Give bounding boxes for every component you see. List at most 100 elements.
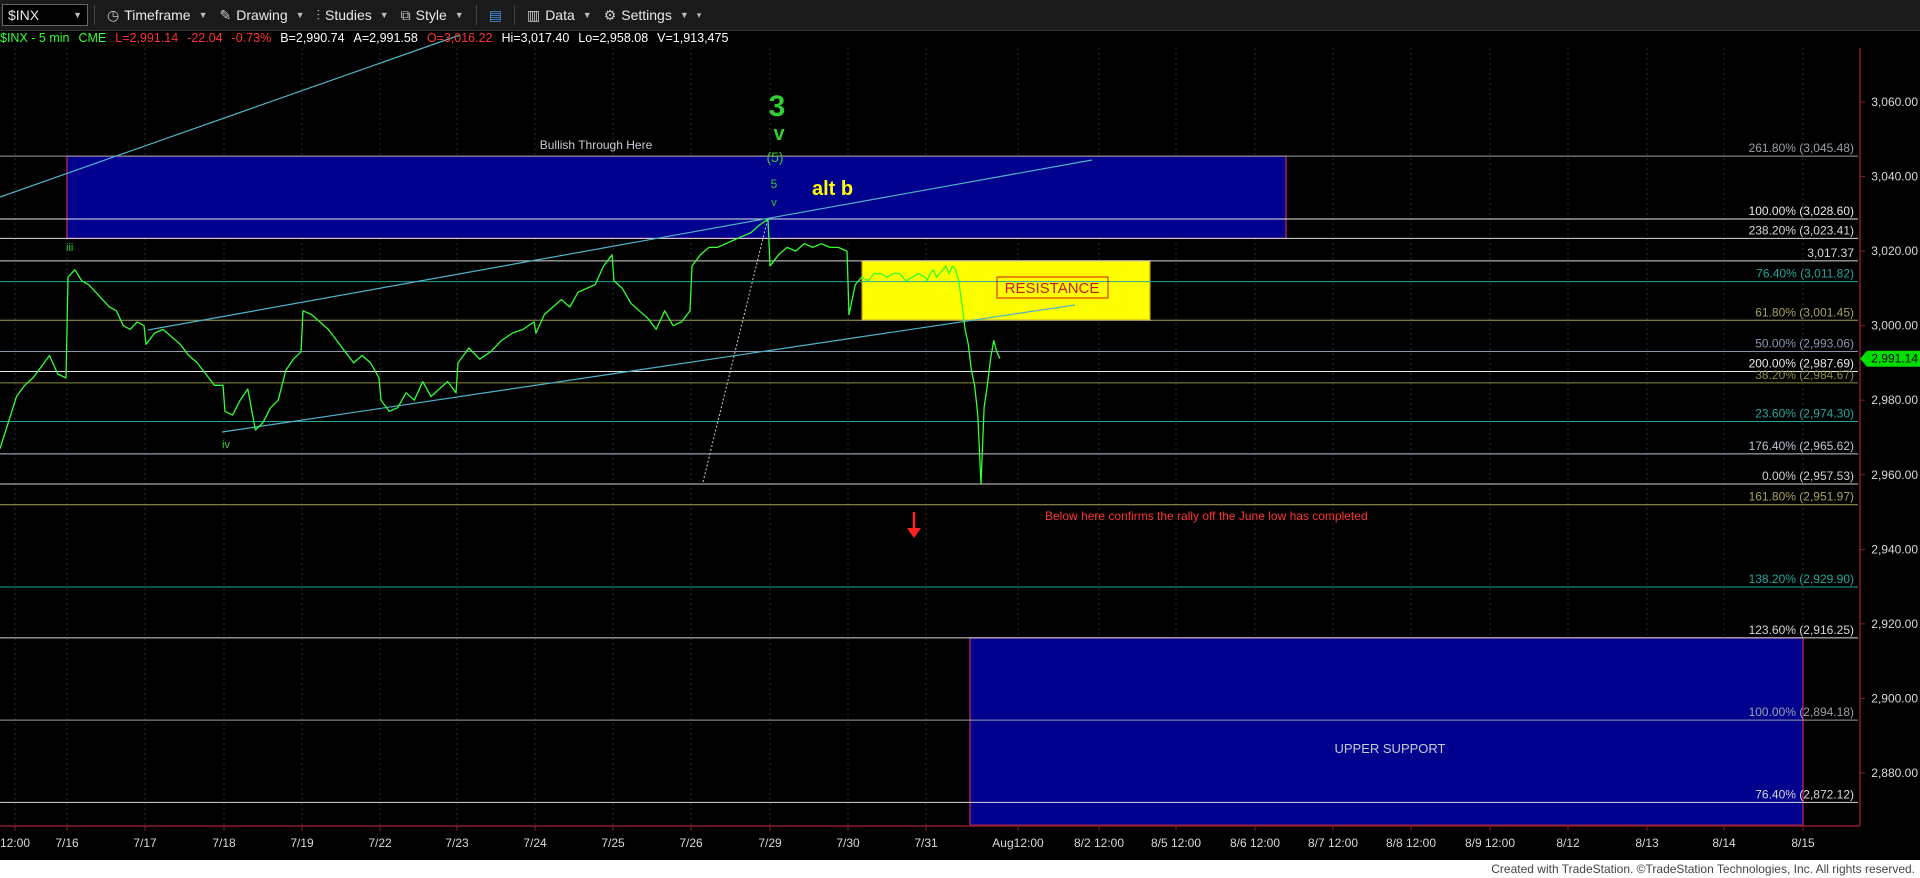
fib-label-10: 176.40% (2,965.62) xyxy=(1749,439,1854,453)
data-menu[interactable]: ▥ Data ▼ xyxy=(521,7,598,24)
zone-2 xyxy=(969,637,1804,826)
studies-label: Studies xyxy=(325,7,372,23)
channel-lines xyxy=(0,34,1093,483)
drawing-label: Drawing xyxy=(236,7,288,23)
axis-corner xyxy=(1860,826,1920,860)
fib-label-12: 161.80% (2,951.97) xyxy=(1749,490,1854,504)
y-tick-label-2: 3,020.00 xyxy=(1871,244,1918,258)
x-tick-label-8: 7/25 xyxy=(601,836,625,850)
confirm-annotation: Below here confirms the rally off the Ju… xyxy=(1045,509,1368,523)
x-tick-label-5: 7/22 xyxy=(368,836,392,850)
y-tick-label-0: 3,060.00 xyxy=(1871,95,1918,109)
quote-ask: A=2,991.58 xyxy=(353,31,418,45)
x-tick-label-2: 7/17 xyxy=(133,836,157,850)
y-axis-bg xyxy=(1860,48,1920,826)
toolbar-divider xyxy=(94,5,95,25)
quote-change: -22.04 xyxy=(187,31,223,45)
fib-label-4: 76.40% (3,011.82) xyxy=(1756,267,1854,281)
style-menu[interactable]: ⧉ Style ▼ xyxy=(395,7,470,24)
x-tick-label-20: 8/12 xyxy=(1556,836,1580,850)
quote-exchange: CME xyxy=(78,31,107,45)
quote-change-pct: -0.73% xyxy=(231,31,272,45)
y-tick-label-1: 3,040.00 xyxy=(1871,170,1918,184)
x-tick-label-13: Aug12:00 xyxy=(992,836,1044,850)
style-label: Style xyxy=(415,7,447,23)
footer-credit: Created with TradeStation. ©TradeStation… xyxy=(1491,862,1915,876)
quote-high: Hi=3,017.40 xyxy=(501,31,570,45)
quote-bid: B=2,990.74 xyxy=(280,31,345,45)
x-tick-label-17: 8/7 12:00 xyxy=(1308,836,1358,850)
fib-label-11: 0.00% (2,957.53) xyxy=(1762,469,1854,483)
symbol-selector[interactable]: $INX ▼ xyxy=(2,4,88,26)
x-tick-label-7: 7/24 xyxy=(523,836,547,850)
x-tick-label-18: 8/8 12:00 xyxy=(1386,836,1436,850)
studies-icon: ⫶ xyxy=(316,6,321,23)
quote-bar: $INX - 5 min CME L=2,991.14 -22.04 -0.73… xyxy=(0,31,728,47)
pencil-icon: ✎ xyxy=(219,6,232,23)
zone-0 xyxy=(66,155,1287,239)
quote-last: L=2,991.14 xyxy=(115,31,179,45)
x-tick-label-0: 12:00 xyxy=(0,836,30,850)
x-tick-label-15: 8/5 12:00 xyxy=(1151,836,1201,850)
layout-button[interactable]: ▤ xyxy=(483,7,508,24)
price-chart[interactable]: 261.80% (3,045.48) 100.00% (3,028.60) 238.… xyxy=(0,0,1920,878)
layout-icon: ▤ xyxy=(488,6,502,23)
toolbar: $INX ▼ ◷ Timeframe ▼ ✎ Drawing ▼ ⫶ Studi… xyxy=(0,0,1920,31)
x-tick-label-10: 7/29 xyxy=(758,836,782,850)
drawing-menu[interactable]: ✎ Drawing ▼ xyxy=(214,7,311,24)
wave-label-small-v: v xyxy=(771,197,777,209)
fib-label-3: 3,017.37 xyxy=(1807,246,1854,260)
chevron-down-icon: ▼ xyxy=(295,10,305,20)
style-icon: ⧉ xyxy=(400,6,411,23)
x-tick-label-22: 8/14 xyxy=(1712,836,1736,850)
chevron-down-icon: ▼ xyxy=(454,10,464,20)
x-tick-label-23: 8/15 xyxy=(1791,836,1815,850)
fib-label-5: 61.80% (3,001.45) xyxy=(1755,305,1854,319)
x-tick-label-12: 7/31 xyxy=(914,836,938,850)
fib-label-1: 100.00% (3,028.60) xyxy=(1749,204,1854,218)
wave-label-iv: iv xyxy=(222,439,230,451)
x-tick-label-16: 8/6 12:00 xyxy=(1230,836,1280,850)
y-tick-label-6: 2,940.00 xyxy=(1871,542,1918,556)
wave-label-paren-5: (5) xyxy=(766,149,783,165)
fib-label-6: 50.00% (2,993.06) xyxy=(1755,337,1854,351)
fib-label-9: 23.60% (2,974.30) xyxy=(1755,406,1854,420)
timeframe-menu[interactable]: ◷ Timeframe ▼ xyxy=(101,7,214,24)
overflow-caret-icon: ▾ xyxy=(696,9,702,20)
settings-menu[interactable]: ⚙ Settings ▼ ▾ xyxy=(598,7,708,24)
fib-label-16: 76.40% (2,872.12) xyxy=(1755,787,1854,801)
studies-menu[interactable]: ⫶ Studies ▼ xyxy=(311,7,395,24)
x-tick-label-6: 7/23 xyxy=(445,836,469,850)
chevron-down-icon: ▼ xyxy=(679,10,689,20)
x-tick-label-1: 7/16 xyxy=(55,836,79,850)
fib-label-2: 238.20% (3,023.41) xyxy=(1749,223,1854,237)
zone-label-resistance: RESISTANCE xyxy=(1005,280,1100,297)
timeframe-label: Timeframe xyxy=(124,7,191,23)
quote-open: O=3,016.22 xyxy=(426,31,493,45)
chevron-down-icon: ▼ xyxy=(379,10,389,20)
toolbar-divider xyxy=(513,5,515,25)
zone-label-bullish: Bullish Through Here xyxy=(540,138,653,152)
symbol-value: $INX xyxy=(8,7,40,23)
y-tick-label-7: 2,920.00 xyxy=(1871,617,1918,631)
zones xyxy=(66,155,1804,826)
wave-label-iii: iii xyxy=(66,242,73,254)
footer: Created with TradeStation. ©TradeStation… xyxy=(0,860,1920,878)
lower-channel-line xyxy=(221,304,1076,433)
x-tick-label-11: 7/30 xyxy=(836,836,860,850)
x-tick-label-19: 8/9 12:00 xyxy=(1465,836,1515,850)
bar-chart-icon: ▥ xyxy=(526,6,541,23)
last-price-label: 2,991.14 xyxy=(1871,352,1918,366)
y-tick-label-8: 2,900.00 xyxy=(1871,691,1918,705)
down-arrow-icon xyxy=(907,512,921,538)
quote-symbol-interval: $INX - 5 min xyxy=(0,31,70,45)
x-tick-label-14: 8/2 12:00 xyxy=(1074,836,1124,850)
fib-label-0: 261.80% (3,045.48) xyxy=(1749,141,1854,155)
wave-label-big-3: 3 xyxy=(769,90,786,123)
fib-label-14: 123.60% (2,916.25) xyxy=(1749,623,1854,637)
fib-trend-line xyxy=(702,217,769,483)
fib-label-13: 138.20% (2,929.90) xyxy=(1749,572,1854,586)
y-tick-label-5: 2,960.00 xyxy=(1871,468,1918,482)
clock-icon: ◷ xyxy=(107,6,120,23)
settings-label: Settings xyxy=(621,7,672,23)
